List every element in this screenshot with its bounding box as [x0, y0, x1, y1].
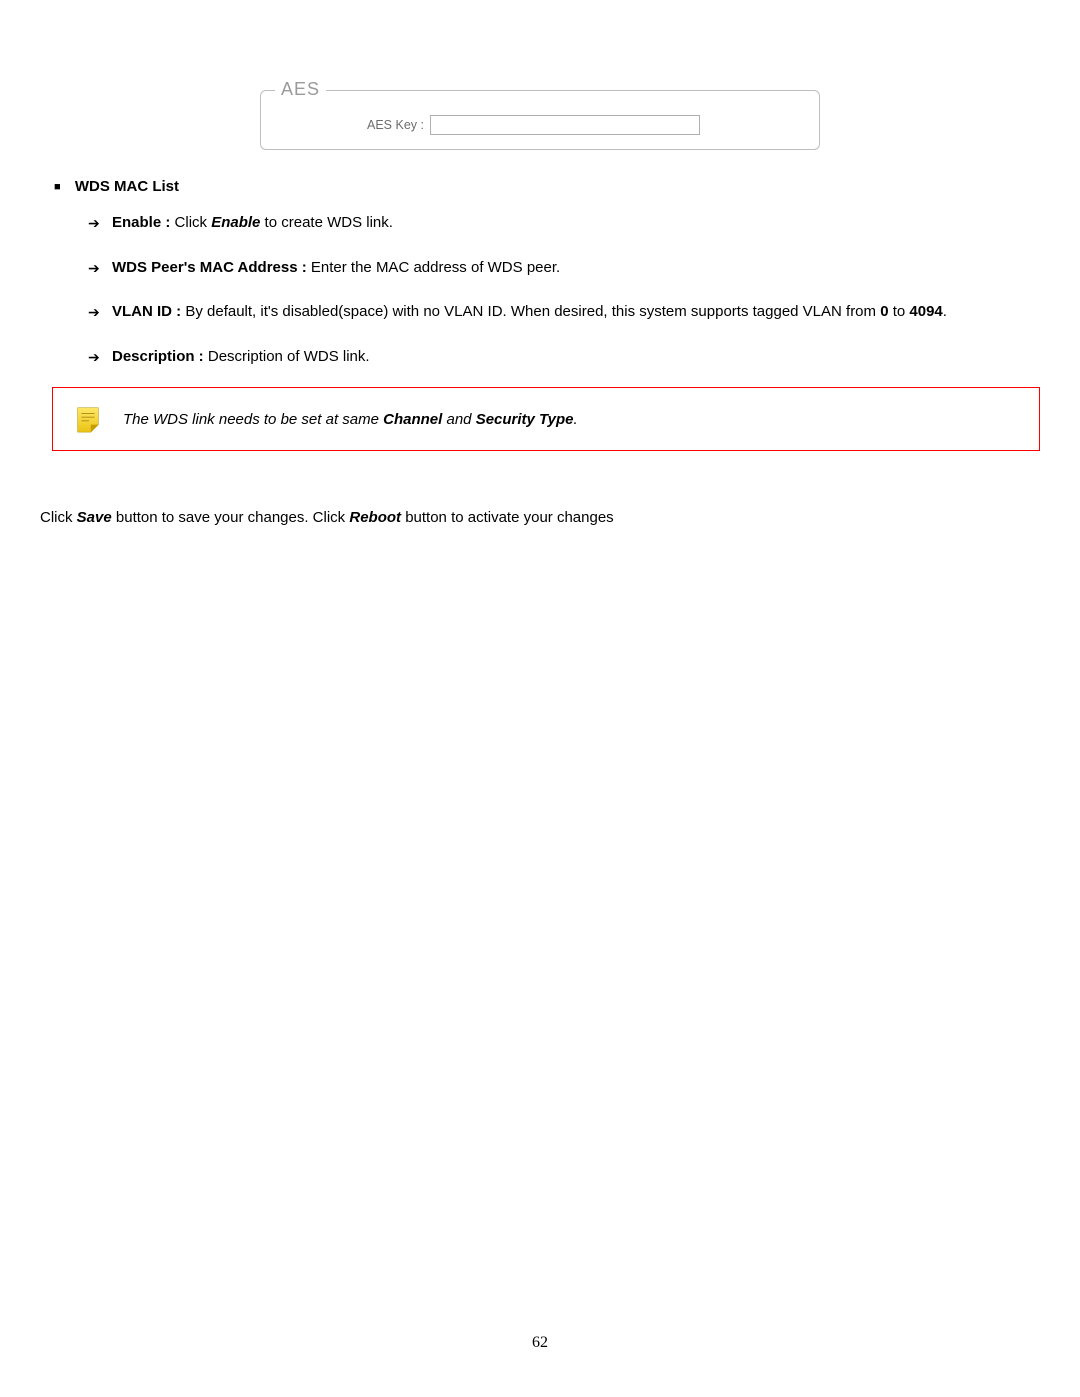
item-enable-label: Enable :	[112, 214, 170, 231]
aes-key-row: AES Key :	[367, 115, 803, 135]
item-enable-post: to create WDS link.	[260, 214, 393, 231]
section-title: WDS MAC List	[75, 178, 179, 195]
item-mac-desc: Enter the MAC address of WDS peer.	[307, 259, 560, 276]
item-description-desc: Description of WDS link.	[204, 348, 370, 365]
item-vlan-num2: 4094	[909, 303, 942, 320]
closing-pre: Click	[40, 509, 77, 526]
aes-key-input[interactable]	[430, 115, 700, 135]
note-b1: Channel	[383, 411, 442, 428]
item-vlan-end: .	[943, 303, 947, 320]
wds-sublist: Enable : Click Enable to create WDS link…	[74, 209, 1040, 371]
item-vlan: VLAN ID : By default, it's disabled(spac…	[112, 298, 1040, 327]
aes-fieldset: AES AES Key :	[260, 90, 820, 150]
aes-legend: AES	[275, 79, 326, 100]
item-enable-pre: Click	[170, 214, 211, 231]
item-enable-emph: Enable	[211, 214, 260, 231]
note-post: .	[574, 411, 578, 428]
item-vlan-mid: to	[889, 303, 910, 320]
item-vlan-num1: 0	[880, 303, 888, 320]
closing-mid1: button to save your changes. Click	[112, 509, 350, 526]
item-enable: Enable : Click Enable to create WDS link…	[112, 209, 1040, 238]
item-mac-label: WDS Peer's MAC Address :	[112, 259, 307, 276]
item-description: Description : Description of WDS link.	[112, 343, 1040, 372]
closing-paragraph: Click Save button to save your changes. …	[40, 507, 1040, 530]
item-description-label: Description :	[112, 348, 204, 365]
closing-b2: Reboot	[349, 509, 401, 526]
aes-key-label: AES Key :	[367, 118, 424, 132]
item-mac: WDS Peer's MAC Address : Enter the MAC a…	[112, 254, 1040, 283]
note-box: The WDS link needs to be set at same Cha…	[52, 387, 1040, 451]
note-b2: Security Type	[476, 411, 574, 428]
wds-mac-list: WDS MAC List Enable : Click Enable to cr…	[40, 178, 1040, 371]
item-vlan-label: VLAN ID :	[112, 303, 181, 320]
note-pre: The WDS link needs to be set at same	[123, 411, 383, 428]
note-text: The WDS link needs to be set at same Cha…	[123, 411, 1025, 428]
item-vlan-pre: By default, it's disabled(space) with no…	[181, 303, 880, 320]
closing-b1: Save	[77, 509, 112, 526]
note-mid: and	[442, 411, 475, 428]
page-number: 62	[0, 1334, 1080, 1352]
section-title-item: WDS MAC List Enable : Click Enable to cr…	[74, 178, 1040, 371]
sticky-note-icon	[73, 404, 103, 434]
page-content: AES AES Key : WDS MAC List Enable : Clic…	[0, 0, 1080, 530]
closing-mid2: button to activate your changes	[401, 509, 614, 526]
